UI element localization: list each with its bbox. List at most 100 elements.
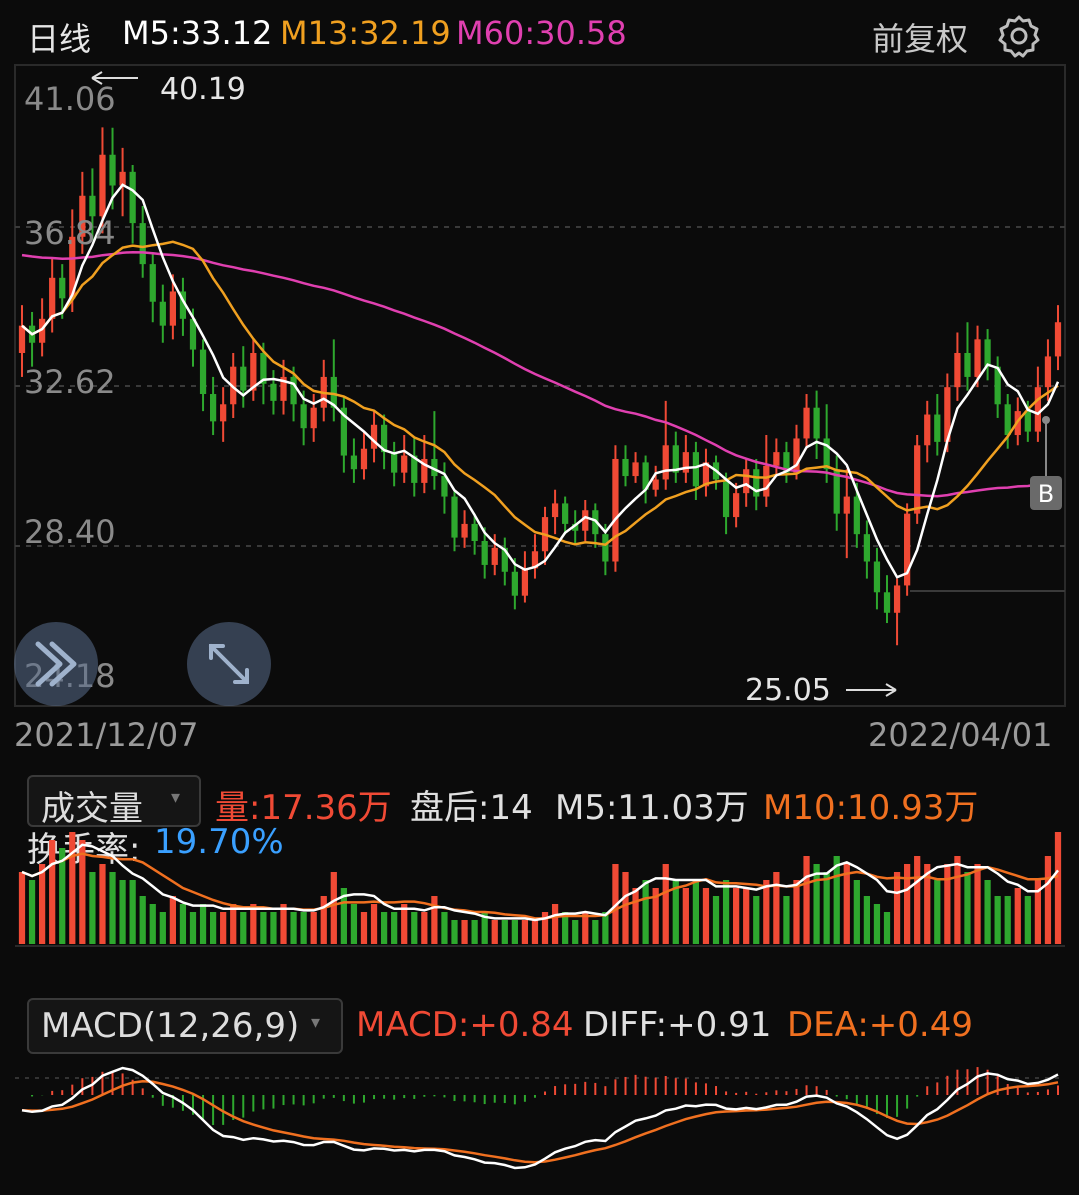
volume-bar bbox=[360, 912, 368, 944]
candle-body bbox=[853, 496, 860, 535]
volume-bar bbox=[863, 896, 871, 944]
volume-bar bbox=[632, 888, 639, 944]
candle bbox=[461, 510, 468, 548]
volume-bar bbox=[934, 880, 941, 944]
volume-bar bbox=[904, 864, 911, 944]
volume-chart[interactable] bbox=[0, 820, 1079, 950]
diff-value: DIFF:+0.91 bbox=[583, 1005, 772, 1045]
candle bbox=[129, 164, 136, 244]
candle bbox=[783, 441, 790, 483]
volume-bar bbox=[551, 904, 559, 944]
candle bbox=[391, 441, 398, 487]
y-label-top: 41.06 bbox=[24, 80, 116, 118]
candle bbox=[1034, 366, 1042, 442]
volume-bar bbox=[290, 912, 297, 944]
volume-bar bbox=[823, 872, 830, 944]
candle bbox=[521, 551, 529, 603]
volume-bar bbox=[893, 872, 901, 944]
volume-bar bbox=[883, 912, 891, 944]
period-selector[interactable]: 日线 bbox=[27, 14, 91, 60]
candle-body bbox=[914, 445, 921, 514]
volume-bar bbox=[743, 888, 750, 944]
gear-icon[interactable] bbox=[995, 12, 1043, 60]
candle-body bbox=[763, 465, 770, 497]
candle bbox=[702, 448, 710, 497]
volume-m5-line bbox=[21, 843, 1059, 922]
volume-bar bbox=[270, 912, 277, 944]
macd-chart[interactable] bbox=[0, 1060, 1079, 1195]
volume-bar bbox=[330, 872, 337, 944]
candle bbox=[682, 435, 689, 483]
candle bbox=[240, 346, 247, 408]
volume-bar bbox=[129, 880, 136, 944]
candle-body bbox=[18, 325, 26, 354]
volume-bar bbox=[501, 920, 508, 944]
volume-bar bbox=[350, 904, 358, 944]
volume-bar bbox=[220, 912, 227, 944]
candle bbox=[1054, 305, 1062, 371]
candle-body bbox=[521, 568, 529, 596]
volume-bar bbox=[189, 912, 197, 944]
price-chart[interactable]: 41.06 36.84 32.62 28.40 24.18 40.19 25.0… bbox=[0, 62, 1079, 712]
volume-bar bbox=[994, 896, 1001, 944]
candle-body bbox=[1024, 411, 1031, 432]
candle bbox=[320, 359, 327, 422]
adjust-mode[interactable]: 前复权 bbox=[872, 14, 968, 60]
collapse-button[interactable] bbox=[14, 622, 98, 706]
candle-body bbox=[139, 223, 146, 265]
candle bbox=[551, 489, 559, 535]
volume-bar bbox=[722, 880, 730, 944]
candle-body bbox=[843, 496, 850, 514]
candle bbox=[652, 465, 659, 497]
volume-bar bbox=[833, 856, 840, 944]
candle bbox=[149, 253, 156, 323]
candle-body bbox=[1054, 322, 1062, 357]
volume-bar bbox=[149, 904, 156, 944]
candle-body bbox=[722, 479, 730, 518]
candle bbox=[843, 469, 850, 559]
candle bbox=[873, 547, 881, 610]
candle-body bbox=[209, 394, 217, 422]
volume-bar bbox=[984, 880, 991, 944]
candle-body bbox=[491, 547, 498, 565]
candle bbox=[612, 445, 619, 572]
volume-ma-lines bbox=[21, 843, 1059, 922]
candle-body bbox=[270, 383, 277, 401]
candle bbox=[592, 503, 599, 548]
chevron-down-icon: ▾ bbox=[171, 787, 181, 808]
candle bbox=[883, 575, 891, 624]
volume-bar bbox=[471, 920, 478, 944]
macd-histogram bbox=[31, 1067, 1059, 1125]
candle-body bbox=[551, 503, 559, 518]
candle bbox=[773, 438, 780, 477]
volume-bar bbox=[431, 896, 438, 944]
expand-button[interactable] bbox=[187, 622, 271, 706]
volume-bar bbox=[521, 920, 529, 944]
candle bbox=[803, 394, 810, 449]
candle-body bbox=[169, 291, 176, 326]
volume-bar bbox=[99, 864, 106, 944]
candle bbox=[119, 147, 126, 217]
buy-badge: B bbox=[1038, 480, 1054, 508]
candle bbox=[562, 496, 569, 535]
volume-bar bbox=[169, 896, 176, 944]
candle bbox=[672, 431, 679, 483]
candle-body bbox=[451, 496, 458, 538]
volume-bar bbox=[773, 872, 780, 944]
candle-body bbox=[310, 407, 317, 429]
volume-bar bbox=[642, 880, 649, 944]
candle bbox=[270, 370, 277, 415]
volume-bar bbox=[451, 920, 458, 944]
ma60-value: M60:30.58 bbox=[456, 14, 627, 52]
macd-selector[interactable]: MACD(12,26,9) ▾ bbox=[27, 998, 343, 1054]
candle-body bbox=[893, 585, 901, 613]
candle-body bbox=[823, 438, 830, 470]
candle-body bbox=[974, 339, 981, 377]
candle-body bbox=[622, 458, 629, 477]
volume-bar bbox=[853, 880, 860, 944]
candle-body bbox=[803, 407, 810, 439]
volume-bar bbox=[803, 856, 810, 944]
candle-body bbox=[863, 534, 871, 562]
candle bbox=[632, 452, 639, 483]
volume-bar bbox=[954, 856, 961, 944]
